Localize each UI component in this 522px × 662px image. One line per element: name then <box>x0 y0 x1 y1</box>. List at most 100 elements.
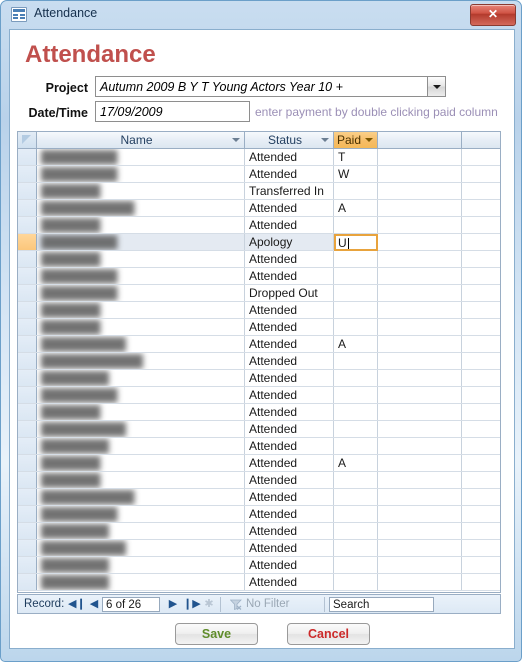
cell-paid[interactable] <box>334 523 378 539</box>
cell-status[interactable]: Attended <box>245 370 334 386</box>
table-row[interactable]: ██████████ Attended <box>18 421 500 438</box>
cell-name[interactable]: ████████ <box>37 523 245 539</box>
table-row[interactable]: ██████████ Attended A <box>18 336 500 353</box>
cell-paid[interactable]: A <box>334 200 378 216</box>
table-row[interactable]: ████████ Attended <box>18 523 500 540</box>
date-time-input[interactable]: 17/09/2009 <box>95 101 250 122</box>
cell-paid[interactable]: A <box>334 336 378 352</box>
cell-paid-editing[interactable]: U <box>334 234 378 251</box>
next-record-button[interactable]: ▶ <box>165 595 181 613</box>
cell-name[interactable]: █████████ <box>37 506 245 522</box>
row-selector[interactable] <box>18 251 37 267</box>
cell-name[interactable]: ███████ <box>37 183 245 199</box>
cell-paid[interactable] <box>334 217 378 233</box>
table-row[interactable]: █████████ Attended W <box>18 166 500 183</box>
column-header-paid[interactable]: Paid <box>334 132 378 148</box>
cell-paid[interactable] <box>334 183 378 199</box>
table-row[interactable]: █████████ Attended <box>18 268 500 285</box>
table-row[interactable]: ███████████ Attended A <box>18 200 500 217</box>
cell-status[interactable]: Attended <box>245 421 334 437</box>
cell-paid[interactable] <box>334 387 378 403</box>
save-button[interactable]: Save <box>175 623 258 645</box>
project-combobox[interactable]: Autumn 2009 B Y T Young Actors Year 10 + <box>95 76 446 97</box>
table-row[interactable]: ██████████ Attended <box>18 540 500 557</box>
cell-status[interactable]: Attended <box>245 251 334 267</box>
cell-status[interactable]: Attended <box>245 472 334 488</box>
row-selector[interactable] <box>18 438 37 454</box>
cell-name[interactable]: ███████ <box>37 472 245 488</box>
cell-name[interactable]: ███████ <box>37 455 245 471</box>
cell-status[interactable]: Transferred In <box>245 183 334 199</box>
row-selector[interactable] <box>18 217 37 233</box>
row-selector[interactable] <box>18 285 37 301</box>
cell-name[interactable]: ███████████ <box>37 200 245 216</box>
table-row[interactable]: ████████ Attended <box>18 557 500 574</box>
row-selector[interactable] <box>18 455 37 471</box>
table-row[interactable]: █████████ Dropped Out <box>18 285 500 302</box>
select-all-corner[interactable] <box>18 132 37 148</box>
table-row[interactable]: █████████ Attended <box>18 506 500 523</box>
column-header-status[interactable]: Status <box>245 132 334 148</box>
cell-status[interactable]: Attended <box>245 217 334 233</box>
cell-status[interactable]: Attended <box>245 200 334 216</box>
cell-name[interactable]: ████████ <box>37 370 245 386</box>
cell-name[interactable]: █████████ <box>37 268 245 284</box>
table-row[interactable]: ███████ Attended <box>18 472 500 489</box>
cell-paid[interactable] <box>334 285 378 301</box>
cell-paid[interactable] <box>334 404 378 420</box>
cell-paid[interactable] <box>334 506 378 522</box>
table-row[interactable]: ████████ Attended <box>18 370 500 387</box>
row-selector[interactable] <box>18 421 37 437</box>
cell-name[interactable]: ████████ <box>37 557 245 573</box>
cell-status[interactable]: Attended <box>245 489 334 505</box>
cell-status[interactable]: Dropped Out <box>245 285 334 301</box>
cell-name[interactable]: █████████ <box>37 285 245 301</box>
cell-name[interactable]: ██████████ <box>37 540 245 556</box>
cell-name[interactable]: █████████ <box>37 387 245 403</box>
row-selector[interactable] <box>18 404 37 420</box>
cell-paid[interactable] <box>334 353 378 369</box>
row-selector[interactable] <box>18 472 37 488</box>
record-position-input[interactable]: 6 of 26 <box>102 597 160 612</box>
cell-status[interactable]: Attended <box>245 302 334 318</box>
cell-paid[interactable] <box>334 421 378 437</box>
cell-paid[interactable]: W <box>334 166 378 182</box>
row-selector[interactable] <box>18 319 37 335</box>
table-row[interactable]: ███████ Attended <box>18 302 500 319</box>
row-selector[interactable] <box>18 268 37 284</box>
cell-name[interactable]: ███████ <box>37 404 245 420</box>
previous-record-button[interactable]: ◀ <box>86 595 102 613</box>
cell-name[interactable]: █████████ <box>37 234 245 250</box>
row-selector[interactable] <box>18 540 37 556</box>
cell-status[interactable]: Attended <box>245 166 334 182</box>
row-selector[interactable] <box>18 489 37 505</box>
cell-status[interactable]: Attended <box>245 574 334 590</box>
table-row[interactable]: ███████ Attended <box>18 251 500 268</box>
chevron-down-icon[interactable] <box>232 138 240 142</box>
row-selector[interactable] <box>18 523 37 539</box>
table-row[interactable]: ████████ Attended <box>18 438 500 455</box>
cell-paid[interactable] <box>334 489 378 505</box>
cell-status[interactable]: Attended <box>245 387 334 403</box>
cell-name[interactable]: ████████ <box>37 438 245 454</box>
cell-name[interactable]: █████████ <box>37 149 245 165</box>
cell-status[interactable]: Attended <box>245 438 334 454</box>
cell-status[interactable]: Attended <box>245 506 334 522</box>
chevron-down-icon[interactable] <box>427 77 445 96</box>
cell-name[interactable]: █████████ <box>37 166 245 182</box>
table-row[interactable]: █████████ Attended <box>18 387 500 404</box>
cell-status[interactable]: Attended <box>245 319 334 335</box>
cell-paid[interactable] <box>334 472 378 488</box>
table-row[interactable]: ███████████ Attended <box>18 489 500 506</box>
cell-name[interactable]: ████████ <box>37 574 245 590</box>
new-record-button[interactable]: ✱ <box>201 595 217 613</box>
row-selector[interactable] <box>18 336 37 352</box>
row-selector[interactable] <box>18 557 37 573</box>
table-row[interactable]: ████████ Attended <box>18 574 500 591</box>
cell-name[interactable]: ████████████ <box>37 353 245 369</box>
search-input[interactable]: Search <box>329 597 434 612</box>
cell-name[interactable]: ███████████ <box>37 489 245 505</box>
chevron-down-icon[interactable] <box>321 138 329 142</box>
cell-name[interactable]: ███████ <box>37 302 245 318</box>
table-row[interactable]: █████████ Attended T <box>18 149 500 166</box>
